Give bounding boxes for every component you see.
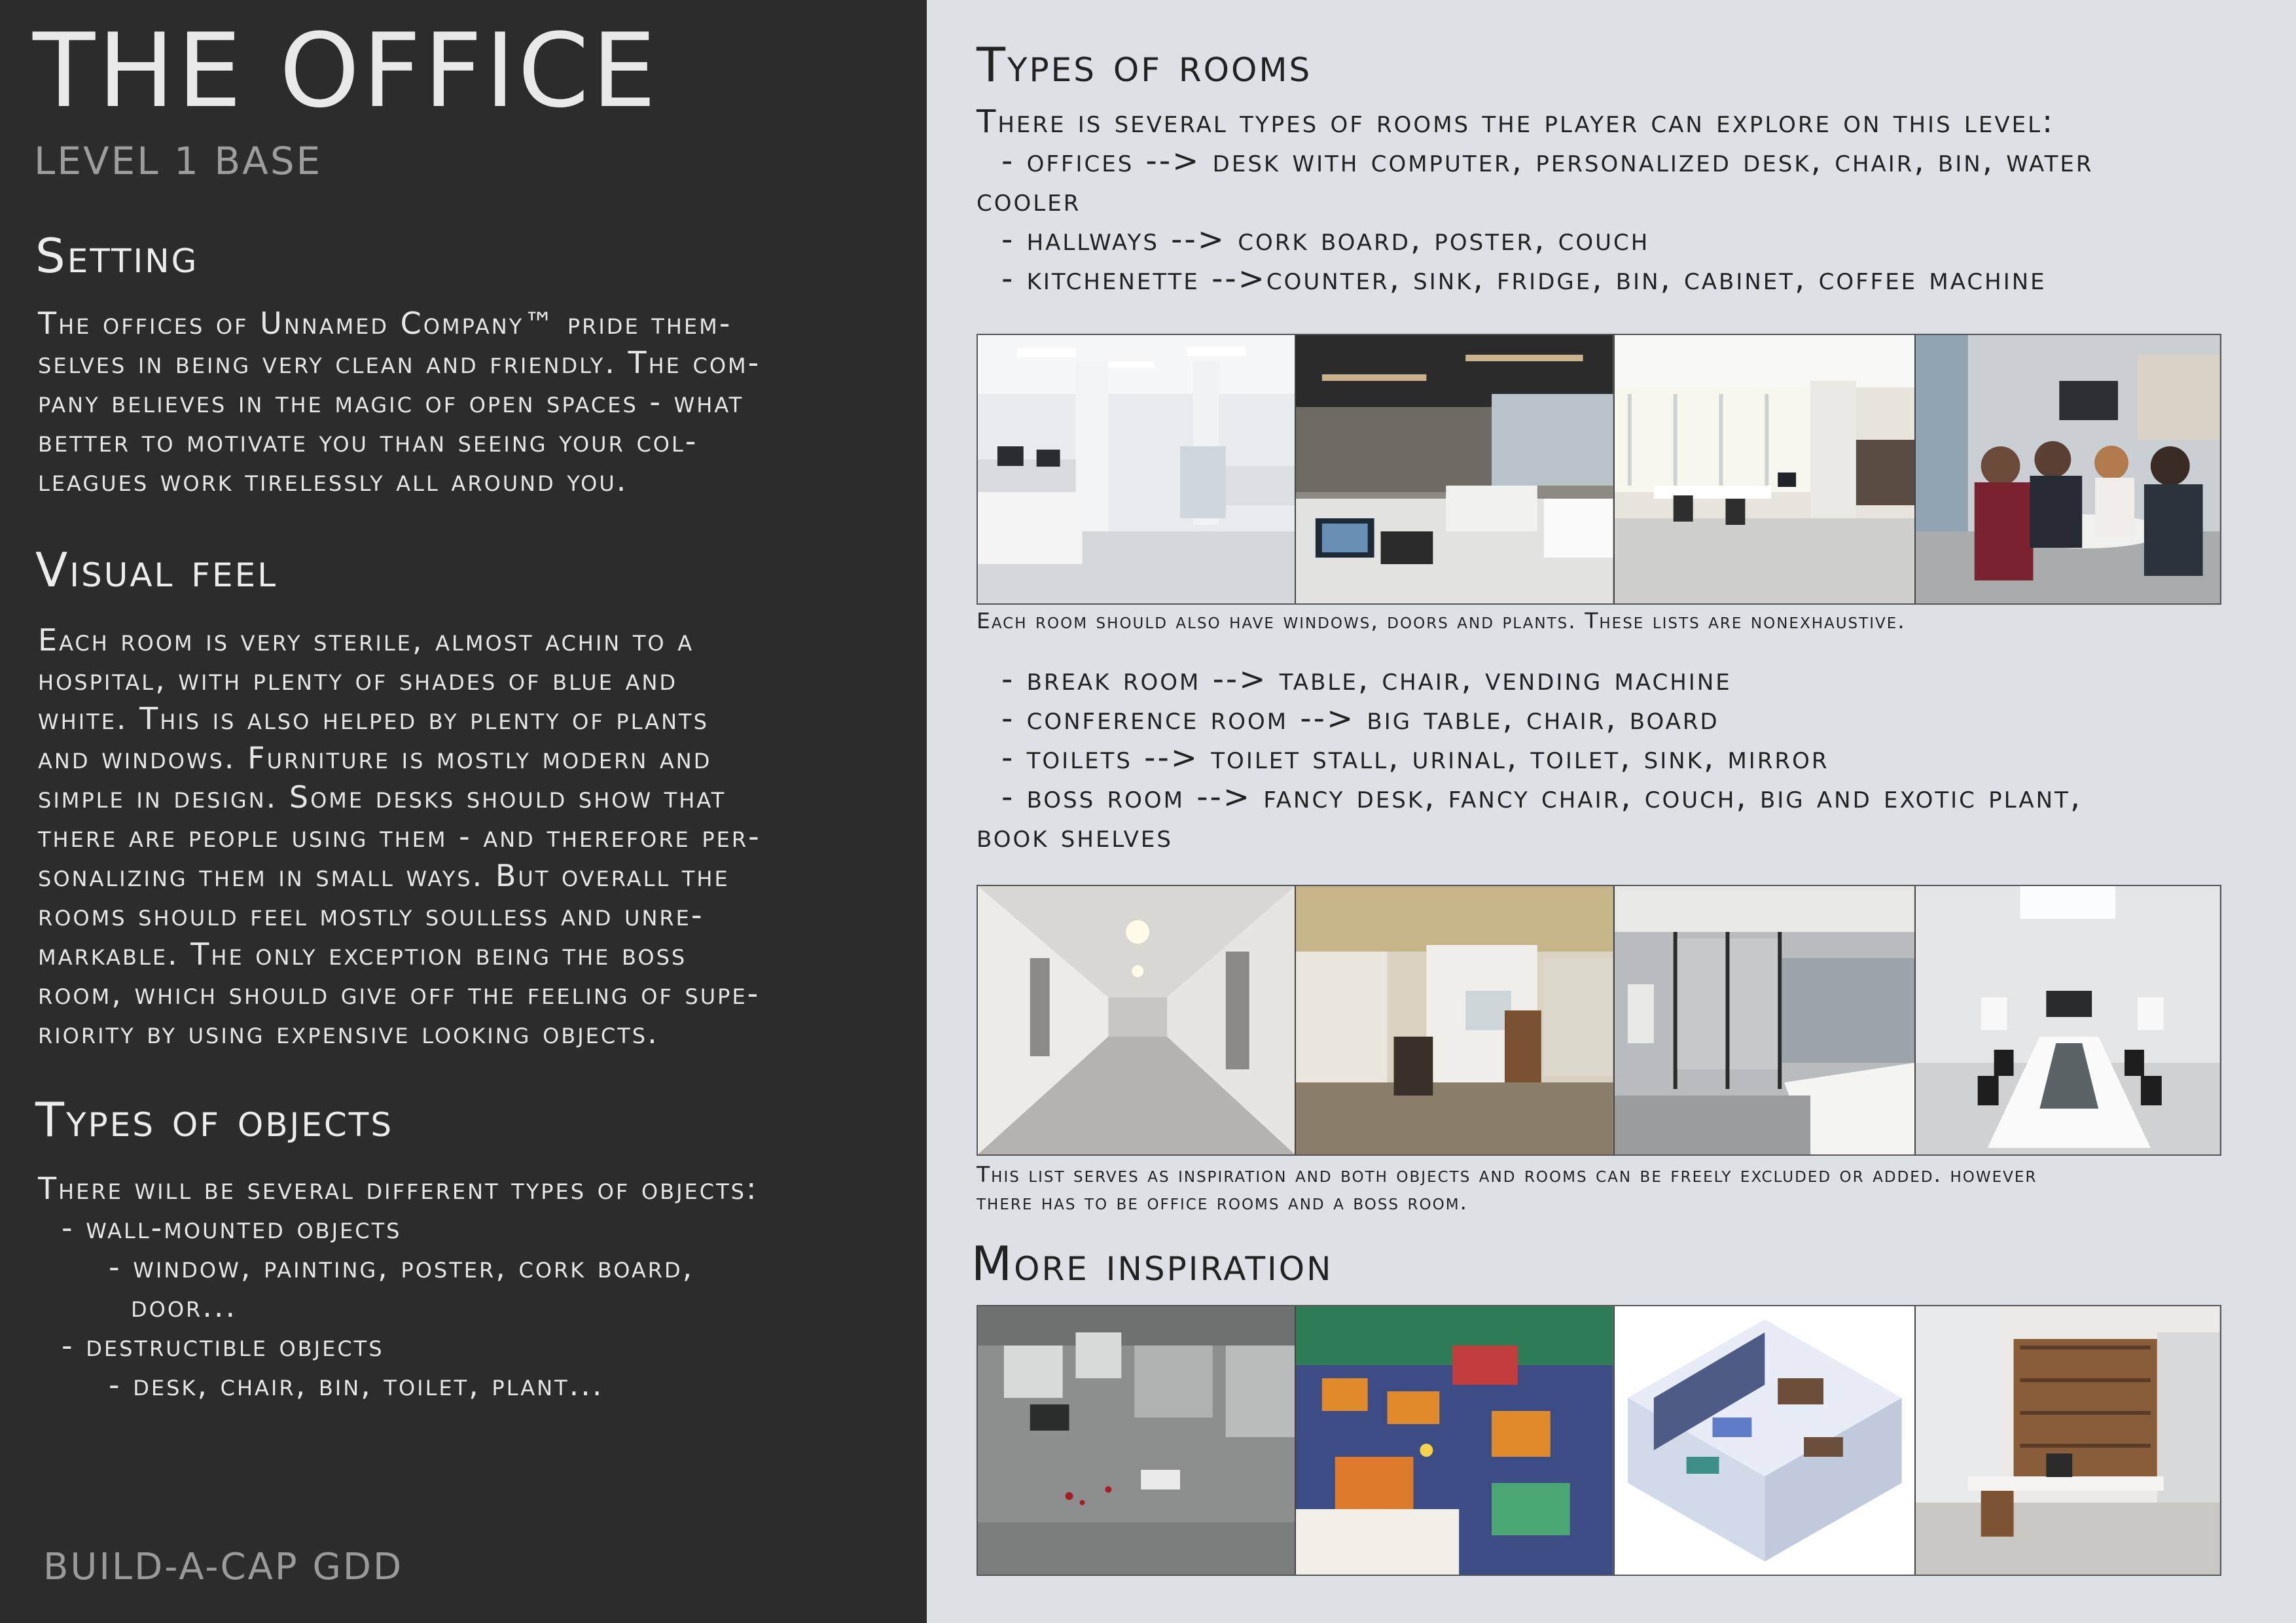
visual-line: sonalizing them in small ways. But overa…	[38, 858, 730, 893]
caption-1: Each room should also have windows, door…	[977, 608, 1906, 633]
setting-line: The offices of Unnamed Company™ pride th…	[38, 306, 732, 341]
setting-line: better to motivate you than seeing your …	[38, 423, 698, 459]
break-meeting-photo	[1916, 335, 2221, 603]
room-item: - toilets --> toilet stall, urinal, toil…	[1001, 740, 1829, 776]
visual-feel-paragraph: Each room is very sterile, almost achin …	[38, 620, 889, 1052]
room-item: - conference room --> big table, chair, …	[1001, 700, 1719, 737]
rooms-list-1: There is several types of rooms the play…	[977, 102, 2272, 298]
setting-line: leagues work tirelessly all around you.	[38, 463, 628, 498]
boss-office-render	[1916, 1306, 2221, 1575]
setting-paragraph: The offices of Unnamed Company™ pride th…	[38, 304, 889, 500]
room-item: - kitchenette -->counter, sink, fridge, …	[1001, 260, 2047, 297]
caption-2-line: This list serves as inspiration and both…	[977, 1162, 2037, 1187]
setting-line: selves in being very clean and friendly.…	[38, 345, 761, 380]
objects-list: There will be several different types of…	[38, 1169, 889, 1404]
objects-intro: There will be several different types of…	[38, 1171, 759, 1206]
room-item-cont: book shelves	[977, 818, 1173, 855]
inspiration-strip	[977, 1305, 2221, 1576]
caption-2-line: there has to be office rooms and a boss …	[977, 1189, 1469, 1215]
sunny-office-photo	[1614, 335, 1916, 603]
page-title: THE OFFICE	[33, 11, 659, 130]
open-office-photo	[978, 335, 1297, 603]
page-subtitle: LEVEL 1 BASE	[34, 139, 323, 183]
rooms-intro: There is several types of rooms the play…	[977, 103, 2055, 140]
conference-room-photo	[1916, 886, 2221, 1154]
rooms-heading: Types of rooms	[977, 37, 1312, 92]
wall-mounted-heading: - wall-mounted objects	[62, 1210, 402, 1245]
room-item: - offices --> desk with computer, person…	[1001, 143, 2094, 179]
visual-line: there are people using them - and theref…	[38, 819, 761, 854]
isometric-office-illustration	[1614, 1306, 1916, 1575]
visual-line: simple in design. Some desks should show…	[38, 779, 726, 815]
game-office-topdown	[978, 1306, 1297, 1575]
visual-line: riority by using expensive looking objec…	[38, 1015, 659, 1050]
room-item: - boss room --> fancy desk, fancy chair,…	[1001, 779, 2083, 815]
busy-office-photo	[1296, 335, 1615, 603]
wall-mounted-items: - window, painting, poster, cork board,	[109, 1249, 694, 1285]
visual-line: room, which should give off the feeling …	[38, 976, 761, 1011]
room-item: - break room --> table, chair, vending m…	[1001, 661, 1732, 698]
document-footer: BUILD-A-CAP GDD	[43, 1546, 404, 1588]
setting-heading: Setting	[35, 228, 199, 283]
visual-line: and windows. Furniture is mostly modern …	[38, 740, 712, 776]
visual-line: markable. The only exception being the b…	[38, 936, 687, 972]
left-panel: THE OFFICE LEVEL 1 BASE Setting The offi…	[0, 0, 927, 1623]
room-item: - hallways --> cork board, poster, couch	[1001, 221, 1650, 258]
inspiration-heading: More inspiration	[971, 1236, 1333, 1291]
right-panel: Types of rooms There is several types of…	[927, 0, 2296, 1623]
game-office-colorful	[1296, 1306, 1615, 1575]
visual-line: white. This is also helped by plenty of …	[38, 701, 709, 736]
room-photo-strip-1	[977, 334, 2221, 605]
destructible-items: - desk, chair, bin, toilet, plant...	[109, 1367, 604, 1402]
room-photo-strip-2	[977, 885, 2221, 1156]
visual-line: rooms should feel mostly soulless and un…	[38, 897, 704, 933]
visual-line: Each room is very sterile, almost achin …	[38, 622, 694, 658]
objects-heading: Types of objects	[35, 1092, 394, 1147]
destructible-heading: - destructible objects	[62, 1328, 384, 1363]
office-interior-photo	[1296, 886, 1615, 1154]
toilets-photo	[1614, 886, 1916, 1154]
wall-mounted-items-cont: door...	[131, 1289, 238, 1324]
rooms-list-2: - break room --> table, chair, vending m…	[977, 660, 2272, 856]
room-item-cont: cooler	[977, 182, 1081, 219]
visual-line: hospital, with plenty of shades of blue …	[38, 662, 678, 697]
caption-2: This list serves as inspiration and both…	[977, 1161, 2037, 1216]
hallway-photo	[978, 886, 1297, 1154]
setting-line: pany believes in the magic of open space…	[38, 384, 744, 419]
visual-feel-heading: Visual feel	[35, 543, 278, 597]
